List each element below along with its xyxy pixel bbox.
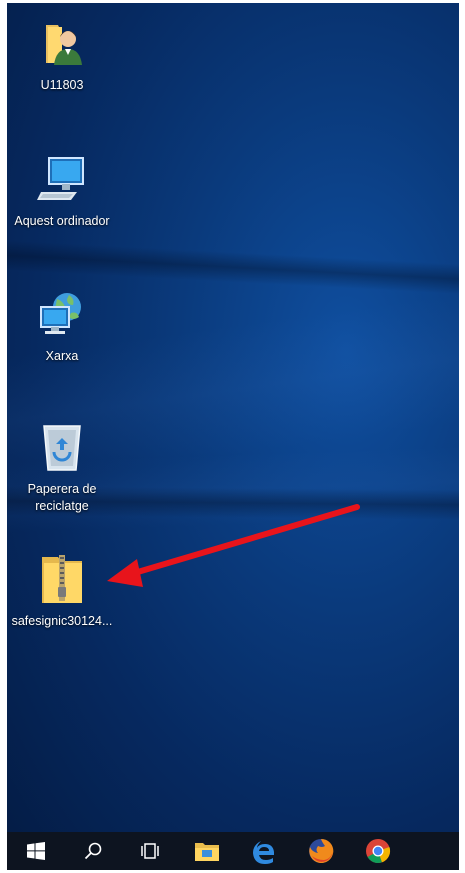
desktop-icon-label: Aquest ordinador xyxy=(14,214,110,228)
network-icon xyxy=(36,288,88,340)
desktop-icon-label: safesignic30124... xyxy=(11,614,113,628)
firefox-icon xyxy=(308,838,333,863)
file-explorer-icon xyxy=(194,843,219,861)
user-folder-icon xyxy=(36,17,88,69)
edge-button[interactable] xyxy=(235,832,292,870)
zip-folder-icon xyxy=(36,553,88,605)
desktop-icon-recycle-bin[interactable]: Paperera de reciclatge xyxy=(7,421,117,515)
edge-icon xyxy=(252,841,274,864)
desktop-icon-label: U11803 xyxy=(40,78,84,92)
recycle-bin-icon xyxy=(36,421,88,473)
search-icon xyxy=(84,842,101,860)
desktop: U11803 Aquest ordinador Xarxa Paperera d… xyxy=(7,3,459,870)
desktop-icon-label: Xarxa xyxy=(45,349,79,363)
desktop-icon-zip-file[interactable]: safesignic30124... xyxy=(7,553,117,630)
firefox-button[interactable] xyxy=(292,832,349,870)
task-view-icon xyxy=(140,843,159,859)
chrome-icon xyxy=(365,839,390,863)
start-icon xyxy=(26,842,45,860)
chrome-button[interactable] xyxy=(349,832,406,870)
start-button[interactable] xyxy=(7,832,64,870)
desktop-icon-label: Paperera de reciclatge xyxy=(27,482,97,513)
task-view-button[interactable] xyxy=(121,832,178,870)
file-explorer-button[interactable] xyxy=(178,832,235,870)
desktop-icon-user-folder[interactable]: U11803 xyxy=(7,17,117,94)
taskbar xyxy=(7,832,459,870)
search-button[interactable] xyxy=(64,832,121,870)
desktop-icon-this-pc[interactable]: Aquest ordinador xyxy=(7,153,117,230)
computer-icon xyxy=(36,153,88,205)
desktop-icon-network[interactable]: Xarxa xyxy=(7,288,117,365)
